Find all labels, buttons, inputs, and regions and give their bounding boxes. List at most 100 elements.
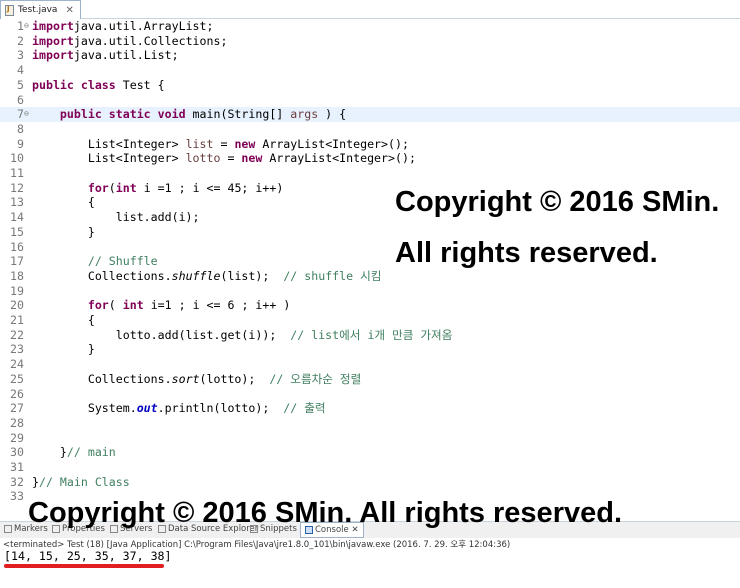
tab-label: Test.java xyxy=(18,5,58,15)
java-file-icon xyxy=(5,4,14,16)
code-token: // 출력 xyxy=(283,401,326,416)
code-token: java.util.Collections; xyxy=(73,33,228,48)
code-token: { xyxy=(32,313,95,327)
code-line[interactable]: 21 { xyxy=(0,313,740,328)
code-token: ArrayList<Integer>(); xyxy=(262,151,416,166)
code-token: lotto.add(list.get(i)); xyxy=(32,327,291,342)
code-token: i =1 ; i <= 45; i++) xyxy=(136,180,284,195)
code-line[interactable]: 7 ⊖ public static void main(String[] args… xyxy=(0,107,740,122)
code-token: Collections. xyxy=(32,268,172,283)
line-number: 24 xyxy=(10,357,24,372)
code-token: public static void xyxy=(59,107,186,122)
code-token: // list에서 i개 만큼 가져옴 xyxy=(290,327,453,342)
line-number: 29 xyxy=(10,430,24,445)
code-token: = xyxy=(220,151,242,166)
fold-icon[interactable]: ⊖ xyxy=(24,19,30,34)
line-number: 1 xyxy=(17,19,24,33)
code-text: importjava.util.Collections; xyxy=(32,34,227,49)
code-token: // shuffle 시킴 xyxy=(283,268,382,283)
line-number: 23 xyxy=(10,342,24,357)
line-number: 20 xyxy=(10,298,24,313)
code-token: // main xyxy=(66,445,116,460)
line-number: 15 xyxy=(10,224,24,239)
watermark-line-3: Copyright © 2016 SMin. All rights reserv… xyxy=(28,497,623,529)
console-output[interactable]: [14, 15, 25, 35, 37, 38] xyxy=(4,549,172,563)
code-text: for( int i=1 ; i <= 6 ; i++ ) xyxy=(32,298,290,313)
watermark-line-1: Copyright © 2016 SMin. xyxy=(395,186,720,218)
code-token: for xyxy=(87,298,109,313)
code-token: i=1 ; i <= 6 ; i++ ) xyxy=(143,298,291,313)
code-line[interactable]: 5 public class Test { xyxy=(0,78,740,93)
code-line[interactable]: 30 }// main xyxy=(0,445,740,460)
code-line[interactable]: 19 xyxy=(0,284,740,299)
code-token: } xyxy=(32,445,67,460)
code-line[interactable]: 2 importjava.util.Collections; xyxy=(0,34,740,49)
code-token: shuffle xyxy=(171,268,221,283)
code-line[interactable]: 20 for( int i=1 ; i <= 6 ; i++ ) xyxy=(0,298,740,313)
code-line[interactable]: 8 xyxy=(0,122,740,137)
code-token: ( xyxy=(108,180,116,195)
line-number: 16 xyxy=(10,239,24,254)
code-line[interactable]: 4 xyxy=(0,63,740,78)
code-line[interactable]: 23 } xyxy=(0,342,740,357)
code-text: { xyxy=(32,195,95,210)
code-text: } xyxy=(32,225,95,240)
line-number: 9 xyxy=(17,136,24,151)
code-text: System.out.println(lotto); // 출력 xyxy=(32,401,326,416)
code-text: list.add(i); xyxy=(32,210,200,225)
code-line[interactable]: 28 xyxy=(0,416,740,431)
code-text: } xyxy=(32,342,95,357)
code-line[interactable]: 24 xyxy=(0,357,740,372)
code-token: args xyxy=(290,107,319,122)
watermark-line-2: All rights reserved. xyxy=(395,237,658,269)
code-line[interactable]: 1 ⊖ importjava.util.ArrayList; xyxy=(0,19,740,34)
code-token: import xyxy=(32,33,74,48)
code-token: out xyxy=(136,401,158,416)
code-text: importjava.util.ArrayList; xyxy=(32,19,214,34)
code-line[interactable]: 10 List<Integer> lotto = new ArrayList<I… xyxy=(0,151,740,166)
code-line[interactable]: 3 importjava.util.List; xyxy=(0,48,740,63)
code-text: List<Integer> lotto = new ArrayList<Inte… xyxy=(32,151,416,166)
line-number: 8 xyxy=(17,121,24,136)
markers-icon xyxy=(4,525,12,533)
code-line[interactable]: 25 Collections.sort(lotto); // 오름차순 정렬 xyxy=(0,372,740,387)
code-token: } xyxy=(32,342,95,357)
line-number: 21 xyxy=(10,313,24,327)
line-number: 17 xyxy=(10,254,24,269)
code-line[interactable]: 29 xyxy=(0,431,740,446)
line-number: 10 xyxy=(10,151,24,166)
code-line[interactable]: 6 xyxy=(0,93,740,108)
tab-test-java[interactable]: Test.java ✕ xyxy=(0,0,81,19)
close-icon[interactable]: ✕ xyxy=(65,5,73,16)
code-token: int xyxy=(122,298,144,313)
line-number: 3 xyxy=(17,48,24,63)
code-token: List<Integer> xyxy=(32,151,186,166)
code-line[interactable]: 11 xyxy=(0,166,740,181)
code-token: import xyxy=(32,48,74,63)
code-line[interactable]: 32}// Main Class xyxy=(0,475,740,490)
code-token: List<Integer> xyxy=(32,136,186,151)
code-text: public static void main(String[] args ) … xyxy=(32,107,346,122)
fold-icon[interactable]: ⊖ xyxy=(24,107,30,122)
code-line[interactable]: 9 List<Integer> list = new ArrayList<Int… xyxy=(0,137,740,152)
code-text: for(int i =1 ; i <= 45; i++) xyxy=(32,181,283,196)
code-text: }// main xyxy=(32,445,116,460)
line-number: 4 xyxy=(17,63,24,78)
code-line[interactable]: 18 Collections.shuffle(list); // shuffle… xyxy=(0,269,740,284)
line-number: 11 xyxy=(10,166,24,180)
code-line[interactable]: 22 lotto.add(list.get(i)); // list에서 i개 … xyxy=(0,328,740,343)
code-token: public class xyxy=(32,77,116,92)
line-number: 25 xyxy=(10,371,24,386)
code-token: { xyxy=(32,195,95,210)
code-token: (lotto); xyxy=(199,371,270,386)
code-line[interactable]: 27 System.out.println(lotto); // 출력 xyxy=(0,401,740,416)
code-line[interactable]: 31 xyxy=(0,460,740,475)
code-token: // Main Class xyxy=(38,474,130,489)
line-number: 2 xyxy=(17,33,24,48)
code-text: importjava.util.List; xyxy=(32,48,179,63)
code-line[interactable]: 26 xyxy=(0,387,740,402)
code-token: Test { xyxy=(115,77,165,92)
